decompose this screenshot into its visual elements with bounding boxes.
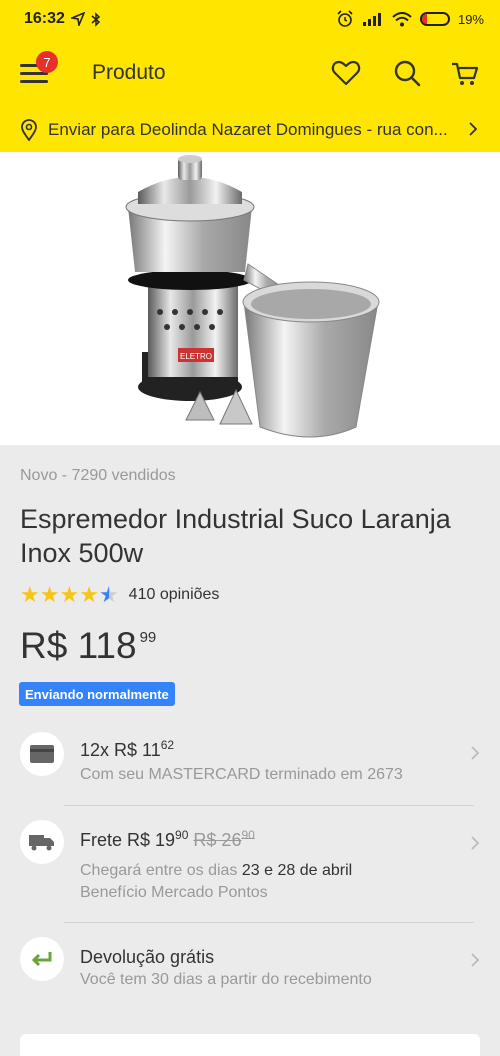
installments-cents: 62 <box>160 738 175 752</box>
signal-icon <box>362 13 381 26</box>
battery-icon <box>419 12 450 26</box>
search-icon[interactable] <box>392 58 422 88</box>
status-bar: 16:32 19% <box>0 0 500 38</box>
chevron-right-icon <box>471 746 480 760</box>
price-cents: 99 <box>139 629 157 646</box>
return-icon-circle <box>20 937 64 981</box>
location-pin-icon <box>21 119 37 141</box>
product-title: Espremedor Industrial Suco Laranja Inox … <box>20 504 451 568</box>
shipping-status-tag: Enviando normalmente <box>19 682 175 706</box>
installments-amount: 12x R$ 11 <box>80 740 161 760</box>
star-icon: ★ <box>79 582 99 607</box>
app-header: 7 Produto <box>0 38 500 108</box>
bluetooth-icon <box>91 11 101 27</box>
page-title: Produto <box>92 61 166 84</box>
truck-icon-circle <box>20 820 64 864</box>
star-icon: ★ <box>39 582 60 607</box>
returns-title: Devolução grátis <box>80 947 215 967</box>
return-arrow-icon <box>31 952 52 967</box>
shipping-row[interactable]: Frete R$ 1990 R$ 2690 Chegará entre os d… <box>0 820 500 910</box>
installments-detail: Com seu MASTERCARD terminado em 2673 <box>80 766 403 783</box>
credit-card-icon <box>30 745 54 763</box>
star-icon: ★ <box>59 582 80 607</box>
divider <box>64 805 474 806</box>
location-arrow-icon <box>70 12 85 26</box>
shipping-old-price: R$ 2690 <box>193 828 255 850</box>
truck-icon <box>29 835 54 851</box>
status-time: 16:32 <box>24 10 65 27</box>
shipping-dates: 23 e 28 de abril <box>241 862 353 879</box>
reviews-count: 410 opiniões <box>128 586 220 603</box>
half-star-icon: ★ <box>98 582 119 607</box>
delivery-address-bar[interactable]: Enviar para Deolinda Nazaret Domingues -… <box>0 108 500 152</box>
next-card <box>20 1034 480 1056</box>
chevron-right-icon <box>469 122 478 136</box>
returns-detail: Você tem 30 dias a partir do recebimento <box>80 971 372 988</box>
shipping-price: Frete R$ 19 <box>80 830 176 850</box>
rating[interactable]: ★ ★ ★ ★ ★ 410 opiniões <box>20 582 219 608</box>
returns-row[interactable]: Devolução grátis Você tem 30 dias a part… <box>0 937 500 997</box>
divider <box>64 922 474 923</box>
installments-row[interactable]: 12x R$ 1162 Com seu MASTERCARD terminado… <box>0 732 500 798</box>
chevron-right-icon <box>471 836 480 850</box>
shipping-benefit: Benefício Mercado Pontos <box>80 884 268 901</box>
battery-percent: 19% <box>457 11 484 27</box>
wifi-icon <box>392 11 412 26</box>
alarm-icon <box>337 10 353 27</box>
chevron-right-icon <box>471 953 480 967</box>
credit-card-icon-circle <box>20 732 64 776</box>
price-integer: R$ 118 <box>20 625 137 666</box>
cart-icon[interactable] <box>450 58 480 88</box>
shipping-arrival: Chegará entre os dias 23 e 28 de abril <box>80 862 353 879</box>
juicer-illustration: ELETRO <box>125 155 380 438</box>
product-image[interactable]: ELETRO <box>0 152 500 445</box>
brand-label: ELETRO <box>180 352 212 361</box>
product-price: R$ 118 99 <box>20 625 156 667</box>
shipping-cents: 90 <box>175 828 189 842</box>
notification-badge: 7 <box>36 51 58 73</box>
product-condition: Novo - 7290 vendidos <box>20 467 176 484</box>
delivery-address-text: Enviar para Deolinda Nazaret Domingues -… <box>48 120 448 139</box>
star-icon: ★ <box>20 582 40 607</box>
favorites-heart-icon[interactable] <box>331 58 361 88</box>
